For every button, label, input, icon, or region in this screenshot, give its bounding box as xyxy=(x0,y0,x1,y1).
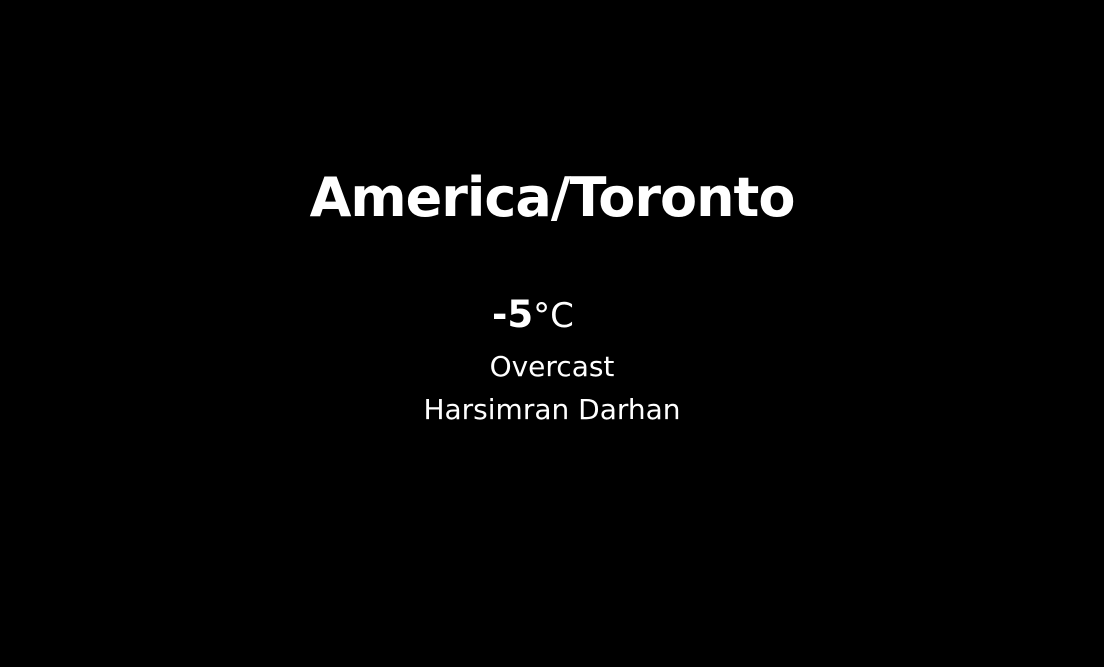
author-name: Harsimran Darhan xyxy=(423,393,681,426)
temperature-value: -5 xyxy=(492,293,534,336)
temperature-row: -5°C xyxy=(492,292,574,338)
location-title: America/Toronto xyxy=(309,166,796,229)
weather-card: America/Toronto -5°C Overcast Harsimran … xyxy=(0,0,1104,667)
temperature-unit: °C xyxy=(533,296,574,336)
weather-condition: Overcast xyxy=(489,350,615,383)
